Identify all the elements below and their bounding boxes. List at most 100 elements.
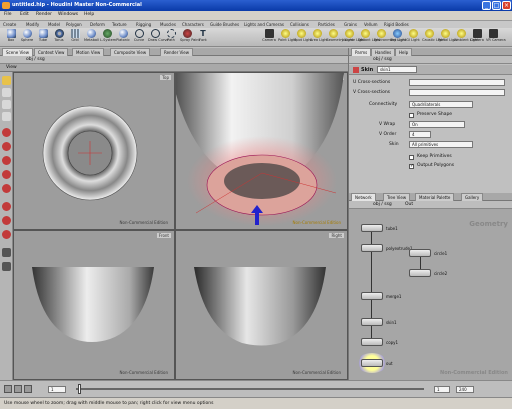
preserve-shape-checkbox[interactable] (409, 113, 414, 118)
u-cross-sections-field[interactable] (409, 79, 505, 86)
lsystem-tool[interactable]: L-System (100, 29, 116, 46)
distant-light-tool[interactable]: Distant Light (358, 29, 380, 46)
portal-light-tool[interactable]: Portal Light (438, 29, 458, 46)
menu-windows[interactable]: Windows (58, 12, 78, 17)
network-sub[interactable]: Out (405, 202, 413, 207)
shelf-tab[interactable]: Characters (182, 22, 204, 27)
ambient-light-tool[interactable]: Ambient Light (454, 29, 479, 46)
shelf-tab[interactable]: Particles (318, 22, 335, 27)
menu-help[interactable]: Help (84, 12, 94, 17)
shelf-tab[interactable]: Vellum (364, 22, 378, 27)
shelf-tab[interactable]: Collisions (290, 22, 309, 27)
node-merge1[interactable] (361, 292, 383, 300)
shelf-tab[interactable]: Modify (26, 22, 39, 27)
light-icon[interactable] (2, 230, 11, 239)
camera-tool[interactable]: Camera (262, 29, 276, 46)
tab-parms[interactable]: Parms (351, 48, 372, 56)
tab-render-view[interactable]: Render View (160, 48, 194, 56)
param-path[interactable]: obj / ssg (373, 57, 392, 62)
point-light-tool[interactable]: Point Light (278, 29, 297, 46)
maximize-button[interactable]: □ (492, 1, 501, 10)
tab-handles[interactable]: Handles (371, 48, 396, 56)
tab-scene-view[interactable]: Scene View (2, 48, 33, 56)
node-name-field[interactable]: skin1 (377, 66, 417, 73)
tab-tree-view[interactable]: Tree View (383, 193, 411, 201)
node-copy1[interactable] (361, 338, 383, 346)
geo-light-tool[interactable]: Geometry Light (326, 29, 353, 46)
v-wrap-select[interactable]: On (409, 121, 465, 128)
tab-material-palette[interactable]: Material Palette (415, 193, 455, 201)
camera2-tool[interactable]: Camera (470, 29, 484, 46)
shelf-tab[interactable]: Polygon (66, 22, 82, 27)
volume-light-tool[interactable]: Volume Light (342, 29, 365, 46)
node-skin1[interactable] (361, 318, 383, 326)
snap-icon[interactable] (2, 170, 11, 179)
tab-help[interactable]: Help (395, 48, 413, 56)
view-tool-icon[interactable] (2, 156, 11, 165)
draw-curve-tool[interactable]: Draw Curve (148, 29, 169, 46)
select-icon[interactable] (2, 76, 11, 85)
curve-tool[interactable]: Curve (132, 29, 146, 46)
sky-light-tool[interactable]: Sky Light (390, 29, 406, 46)
tab-composite-view[interactable]: Composite View (110, 48, 151, 56)
timeline-slider[interactable] (78, 384, 81, 394)
metaball-tool[interactable]: Metaball (84, 29, 99, 46)
scene-path[interactable]: obj / ssg (26, 57, 45, 62)
viewport-top[interactable]: Top Non-Commercial Edition (13, 72, 175, 230)
move-icon[interactable] (2, 88, 11, 97)
shelf-tab[interactable]: Guide Brushes (210, 22, 239, 27)
node-circle2[interactable] (409, 269, 431, 277)
start-field[interactable]: 1 (434, 386, 450, 393)
caustic-light-tool[interactable]: Caustic Light (422, 29, 445, 46)
node-circle1[interactable] (409, 249, 431, 257)
shelf-tab[interactable]: Rigid Bodies (384, 22, 409, 27)
output-polygons-checkbox[interactable]: ✓ (409, 164, 414, 169)
vr-camera-tool[interactable]: VR Camera (486, 29, 506, 46)
keep-primitives-checkbox[interactable] (409, 155, 414, 160)
scale-icon[interactable] (2, 112, 11, 121)
tube-tool[interactable]: Tube (36, 29, 50, 46)
flipbook-icon[interactable] (2, 216, 11, 225)
end-field[interactable]: 240 (456, 386, 474, 393)
minimize-button[interactable]: _ (482, 1, 491, 10)
shelf-tab[interactable]: Rigging (136, 22, 151, 27)
handle-icon[interactable] (2, 128, 11, 137)
play-icon[interactable] (14, 385, 22, 393)
shelf-tab[interactable]: Deform (90, 22, 105, 27)
menu-edit[interactable]: Edit (20, 12, 29, 17)
shelf-tab[interactable]: Muscles (160, 22, 176, 27)
tab-motion-view[interactable]: Motion View (72, 48, 105, 56)
spot-light-tool[interactable]: Spot Light (294, 29, 312, 46)
close-button[interactable]: × (502, 1, 511, 10)
timeline-track[interactable] (76, 388, 424, 390)
viewport-front[interactable]: Front Non-Commercial Edition (13, 230, 175, 380)
v-cross-sections-field[interactable] (409, 89, 505, 96)
frame-field[interactable]: 1 (48, 386, 66, 393)
connectivity-select[interactable]: Quadrilaterals (409, 101, 473, 108)
menu-render[interactable]: Render (36, 12, 52, 17)
spray-paint-tool[interactable]: Spray Paint (180, 29, 200, 46)
shelf-tab[interactable]: Model (48, 22, 60, 27)
pose-icon[interactable] (2, 142, 11, 151)
node-out[interactable] (361, 359, 383, 367)
menu-file[interactable]: File (4, 12, 12, 17)
rotate-icon[interactable] (2, 100, 11, 109)
platonic-tool[interactable]: Platonic (116, 29, 130, 46)
gi-light-tool[interactable]: GI Light (406, 29, 420, 46)
font-tool[interactable]: T Font (196, 29, 210, 46)
magnet-icon[interactable] (2, 184, 11, 193)
shelf-tab[interactable]: Create (3, 22, 16, 27)
skin-select[interactable]: All primitives (409, 141, 473, 148)
stop-icon[interactable] (24, 385, 32, 393)
torus-tool[interactable]: Torus (52, 29, 66, 46)
area-light-tool[interactable]: Area Light (310, 29, 328, 46)
render-icon[interactable] (2, 202, 11, 211)
shelf-tab[interactable]: Lights and Cameras (244, 22, 284, 27)
grid-tool[interactable]: Grid (68, 29, 82, 46)
tab-network[interactable]: Network (351, 193, 376, 201)
viewport-persp[interactable]: Persp Non-Commercial Edition (175, 72, 348, 230)
shelf-tab[interactable]: Texture (112, 22, 127, 27)
tab-gallery[interactable]: Gallery (461, 193, 484, 201)
node-polyextrude1[interactable] (361, 244, 383, 252)
tab-context-view[interactable]: Context View (34, 48, 69, 56)
